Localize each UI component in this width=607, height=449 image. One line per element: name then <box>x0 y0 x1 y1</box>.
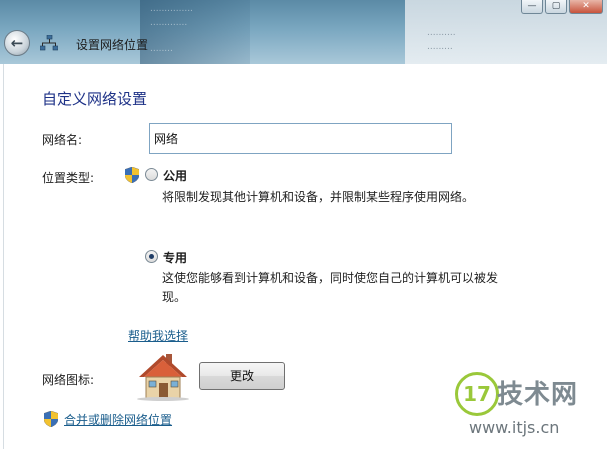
watermark-badge: 17 <box>455 372 499 416</box>
network-icon-label: 网络图标: <box>42 373 95 387</box>
network-icon <box>40 35 58 51</box>
watermark-text: 技术网 <box>497 380 579 410</box>
window-title: 设置网络位置 <box>76 38 149 52</box>
change-icon-button[interactable]: 更改 <box>199 362 285 390</box>
private-radio[interactable] <box>145 250 158 263</box>
network-name-input[interactable] <box>149 123 452 154</box>
navigation-bar: ← 设置网络位置 <box>0 26 607 62</box>
merge-delete-locations-link[interactable]: 合并或删除网络位置 <box>64 411 172 428</box>
close-button[interactable]: ✕ <box>569 0 603 14</box>
window-controls: — ▢ ✕ <box>521 0 603 14</box>
house-icon <box>137 354 189 401</box>
back-button[interactable]: ← <box>4 30 30 56</box>
public-option-description: 将限制发现其他计算机和设备，并限制某些程序使用网络。 <box>162 190 475 204</box>
help-me-choose-link[interactable]: 帮助我选择 <box>128 327 188 344</box>
watermark: 17 技术网 www.itjs.cn <box>455 372 605 444</box>
uac-shield-icon <box>125 167 139 183</box>
network-name-label: 网络名: <box>42 133 83 147</box>
public-radio[interactable] <box>145 168 158 181</box>
minimize-button[interactable]: — <box>521 0 543 14</box>
back-arrow-icon: ← <box>10 34 24 52</box>
watermark-url: www.itjs.cn <box>469 418 560 437</box>
private-option-description: 这使您能够看到计算机和设备，同时使您自己的计算机可以被发 <box>162 271 499 285</box>
maximize-button[interactable]: ▢ <box>545 0 567 14</box>
private-option-label[interactable]: 专用 <box>163 249 187 266</box>
background-text: ............... <box>150 4 193 14</box>
page-title: 自定义网络设置 <box>42 90 148 108</box>
public-option-label[interactable]: 公用 <box>163 167 187 184</box>
uac-shield-icon <box>44 411 58 427</box>
private-option-description-cont: 现。 <box>162 290 187 304</box>
location-type-label: 位置类型: <box>42 171 95 185</box>
